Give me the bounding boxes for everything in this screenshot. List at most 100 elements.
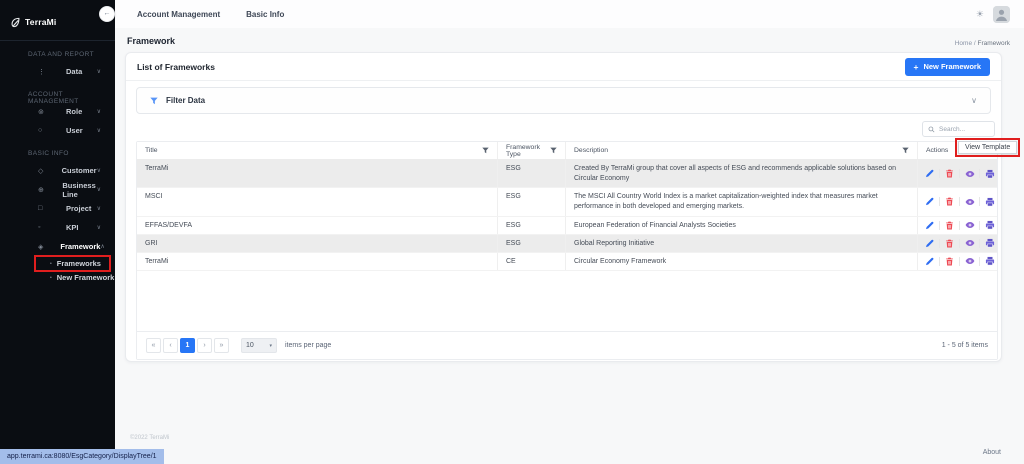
project-icon: □ <box>38 205 43 212</box>
sidebar-section-label: ACCOUNT MANAGEMENT <box>28 91 79 105</box>
menu-item-account-management[interactable]: Account Management <box>137 10 220 19</box>
role-icon: ⊚ <box>38 108 44 116</box>
column-header-framework-type[interactable]: Framework Type <box>497 142 565 159</box>
topbar-menu: Account Management Basic Info <box>137 10 310 19</box>
filter-funnel-icon[interactable] <box>902 147 909 154</box>
breadcrumb-home[interactable]: Home <box>955 40 972 47</box>
column-header-title[interactable]: Title <box>137 142 497 159</box>
delete-icon[interactable] <box>944 168 955 179</box>
print-icon[interactable] <box>984 256 995 267</box>
sidebar-section-items: ◇ Customer ∨ ⊕ Business Line ∨ □ Project… <box>0 161 115 284</box>
sidebar-collapse-button[interactable]: ← <box>99 6 115 22</box>
grid-header-row: Title Framework Type Description Actions <box>137 142 997 160</box>
chevron-icon: ∨ <box>96 187 101 193</box>
divider <box>979 256 980 266</box>
edit-icon[interactable] <box>924 256 935 267</box>
sidebar-divider <box>0 40 115 41</box>
pager-prev-button[interactable]: ‹ <box>163 338 178 353</box>
divider <box>959 197 960 207</box>
print-icon[interactable] <box>984 168 995 179</box>
sidebar-item-business-line[interactable]: ⊕ Business Line ∨ <box>0 180 115 199</box>
filter-funnel-icon[interactable] <box>550 147 557 154</box>
print-icon[interactable] <box>984 238 995 249</box>
cell-framework-type: ESG <box>497 234 565 252</box>
view-template-icon[interactable] <box>964 196 975 207</box>
delete-icon[interactable] <box>944 196 955 207</box>
grid-body: Title Framework Type Description Actions… <box>137 142 997 331</box>
sidebar-item-framework[interactable]: ◈ Framework ∧ <box>0 237 115 256</box>
breadcrumb-current: Framework <box>977 40 1010 47</box>
cell-actions <box>917 252 997 270</box>
table-row[interactable]: MSCI ESG The MSCI All Country World Inde… <box>137 188 997 217</box>
view-template-icon[interactable] <box>964 220 975 231</box>
card-title: List of Frameworks <box>137 61 215 72</box>
table-row[interactable]: TerraMi CE Circular Economy Framework <box>137 252 997 271</box>
sidebar-section-label: BASIC INFO <box>28 150 69 157</box>
app-logo: TerraMi <box>0 0 115 36</box>
edit-icon[interactable] <box>924 196 935 207</box>
pager-page-1-button[interactable]: 1 <box>180 338 195 353</box>
app-window: TerraMi DATA AND REPORT ⋮ Data ∨ ACCOUNT… <box>0 0 1024 464</box>
table-row[interactable]: TerraMi ESG Created By TerraMi group tha… <box>137 160 997 189</box>
cell-framework-type: ESG <box>497 160 565 188</box>
pager-first-button[interactable]: « <box>146 338 161 353</box>
delete-icon[interactable] <box>944 220 955 231</box>
page-size-select[interactable]: 10 ▾ <box>241 338 277 353</box>
chevron-icon: ∨ <box>96 225 101 231</box>
breadcrumb: Home / Framework <box>955 40 1010 47</box>
sidebar-item-frameworks[interactable]: • Frameworks <box>34 255 111 272</box>
user-icon: ○ <box>38 127 43 134</box>
pager-next-button[interactable]: › <box>197 338 212 353</box>
edit-icon[interactable] <box>924 168 935 179</box>
cell-framework-type: ESG <box>497 188 565 216</box>
sidebar-item-project[interactable]: □ Project ∨ <box>0 199 115 218</box>
delete-icon[interactable] <box>944 256 955 267</box>
edit-icon[interactable] <box>924 238 935 249</box>
delete-icon[interactable] <box>944 238 955 249</box>
menu-item-basic-info[interactable]: Basic Info <box>246 10 284 19</box>
column-header-description[interactable]: Description <box>565 142 917 159</box>
sidebar-item-customer[interactable]: ◇ Customer ∨ <box>0 161 115 180</box>
table-row[interactable]: GRI ESG Global Reporting Initiative <box>137 234 997 253</box>
plus-icon: + <box>913 61 919 72</box>
filter-funnel-icon[interactable] <box>482 147 489 154</box>
chevron-icon: ∨ <box>96 206 101 212</box>
chevron-icon: ∨ <box>96 168 101 174</box>
new-framework-button[interactable]: + New Framework <box>904 57 990 76</box>
chevron-icon: ∧ <box>100 244 105 250</box>
about-link[interactable]: About <box>983 449 1001 456</box>
divider <box>959 238 960 248</box>
table-row[interactable]: EFFAS/DEVFA ESG European Federation of F… <box>137 216 997 235</box>
cell-title: TerraMi <box>145 257 169 265</box>
data-icon: ⋮ <box>38 68 45 76</box>
grid-search[interactable] <box>922 121 995 137</box>
sidebar-item-kpi[interactable]: ◦ KPI ∨ <box>0 218 115 237</box>
items-per-page-label: items per page <box>285 342 332 349</box>
search-input[interactable] <box>939 125 989 133</box>
business-line-icon: ⊕ <box>38 186 44 194</box>
chevron-icon: ∨ <box>96 69 101 75</box>
view-template-tooltip: View Template <box>954 138 1021 157</box>
cell-title: EFFAS/DEVFA <box>145 221 193 229</box>
filter-data-panel[interactable]: Filter Data ∨ <box>136 87 991 114</box>
chevron-down-icon[interactable]: ∨ <box>971 96 977 105</box>
pager-last-button[interactable]: » <box>214 338 229 353</box>
status-bar-link-preview: app.terrami.ca:8080/EsgCategory/DisplayT… <box>0 449 164 464</box>
view-template-icon[interactable] <box>964 168 975 179</box>
view-template-icon[interactable] <box>964 256 975 267</box>
sidebar-item-user[interactable]: ○ User ∨ <box>0 121 115 140</box>
topbar-right: ☀ <box>976 5 1010 23</box>
theme-toggle-icon[interactable]: ☀ <box>976 9 984 20</box>
view-template-icon[interactable] <box>964 238 975 249</box>
sidebar-section-items: ⊚ Role ∨ ○ User ∨ <box>0 102 115 140</box>
page-title: Framework <box>127 36 176 46</box>
divider <box>939 256 940 266</box>
sidebar-item-data[interactable]: ⋮ Data ∨ <box>0 62 115 81</box>
user-avatar[interactable] <box>993 5 1010 23</box>
page-size-value: 10 <box>246 342 254 349</box>
print-icon[interactable] <box>984 196 995 207</box>
sidebar-section: DATA AND REPORT ⋮ Data ∨ <box>0 51 115 81</box>
print-icon[interactable] <box>984 220 995 231</box>
sidebar-item-new-framework[interactable]: • New Framework <box>36 271 122 284</box>
edit-icon[interactable] <box>924 220 935 231</box>
